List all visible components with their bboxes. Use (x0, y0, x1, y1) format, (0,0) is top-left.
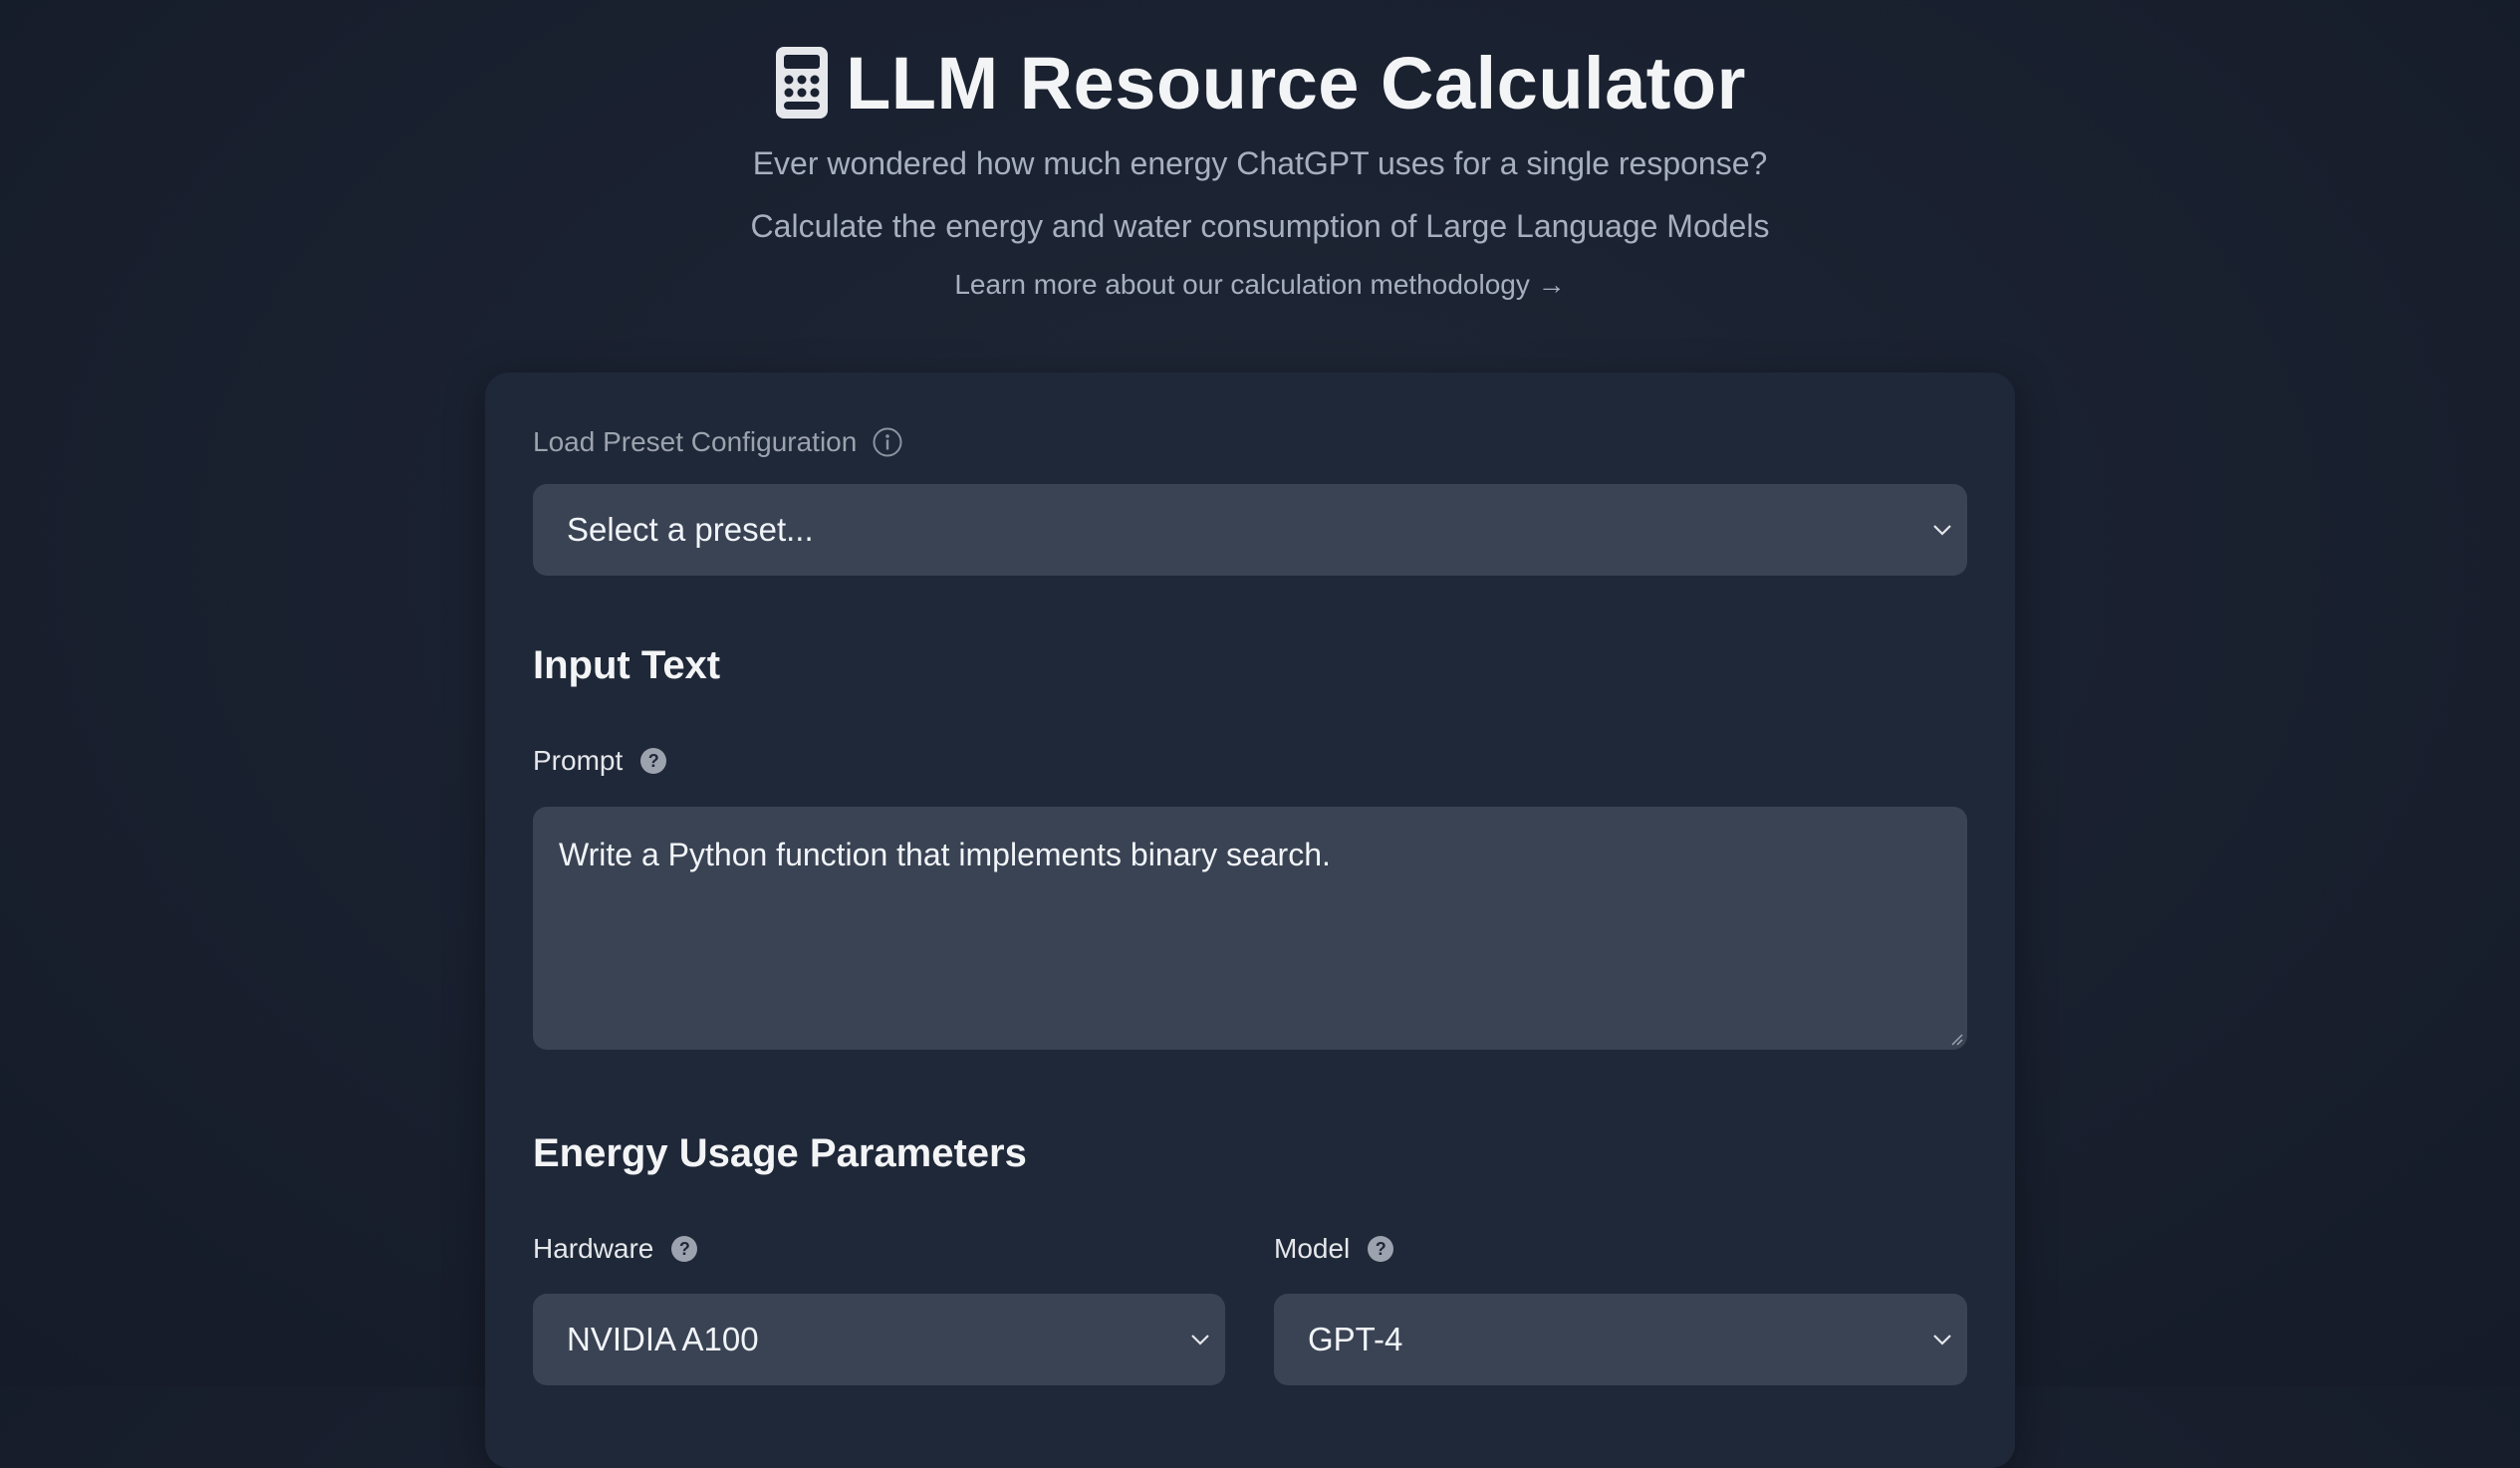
preset-label-row: Load Preset Configuration (533, 426, 902, 458)
hardware-select[interactable]: NVIDIA A100 (533, 1294, 1225, 1385)
model-select[interactable]: GPT-4 (1274, 1294, 1967, 1385)
hardware-select-value: NVIDIA A100 (567, 1321, 759, 1357)
preset-label: Load Preset Configuration (533, 426, 858, 457)
chevron-down-icon (1191, 1335, 1209, 1346)
input-text-heading: Input Text (533, 643, 721, 687)
page-title: LLM Resource Calculator (846, 41, 1746, 124)
info-icon[interactable] (873, 427, 902, 457)
prompt-label: Prompt (533, 745, 624, 776)
model-label: Model (1274, 1233, 1351, 1264)
subtitle-question: Ever wondered how much energy ChatGPT us… (752, 145, 1768, 181)
help-icon[interactable]: ? (671, 1236, 698, 1262)
hardware-label-row: Hardware ? (533, 1233, 698, 1265)
resize-handle-icon[interactable] (1949, 1032, 1963, 1046)
help-icon[interactable]: ? (640, 748, 667, 774)
help-icon[interactable]: ? (1368, 1236, 1394, 1262)
calculator-icon (776, 47, 829, 119)
model-label-row: Model ? (1274, 1233, 1394, 1265)
prompt-text: Write a Python function that implements … (559, 837, 1331, 872)
calculator-card: Load Preset Configuration Select a prese… (485, 372, 2015, 1468)
preset-select[interactable]: Select a preset... (533, 484, 1967, 576)
hardware-label: Hardware (533, 1233, 654, 1264)
prompt-textarea[interactable]: Write a Python function that implements … (533, 807, 1967, 1050)
energy-params-heading: Energy Usage Parameters (533, 1131, 1027, 1175)
methodology-link[interactable]: Learn more about our calculation methodo… (0, 269, 2520, 301)
prompt-label-row: Prompt ? (533, 745, 667, 777)
model-select-value: GPT-4 (1308, 1321, 1403, 1357)
chevron-down-icon (1933, 525, 1951, 536)
preset-select-value: Select a preset... (567, 511, 814, 548)
subtitle-description: Calculate the energy and water consumpti… (750, 208, 1770, 244)
chevron-down-icon (1933, 1335, 1951, 1346)
title-row: LLM Resource Calculator (0, 38, 2520, 127)
